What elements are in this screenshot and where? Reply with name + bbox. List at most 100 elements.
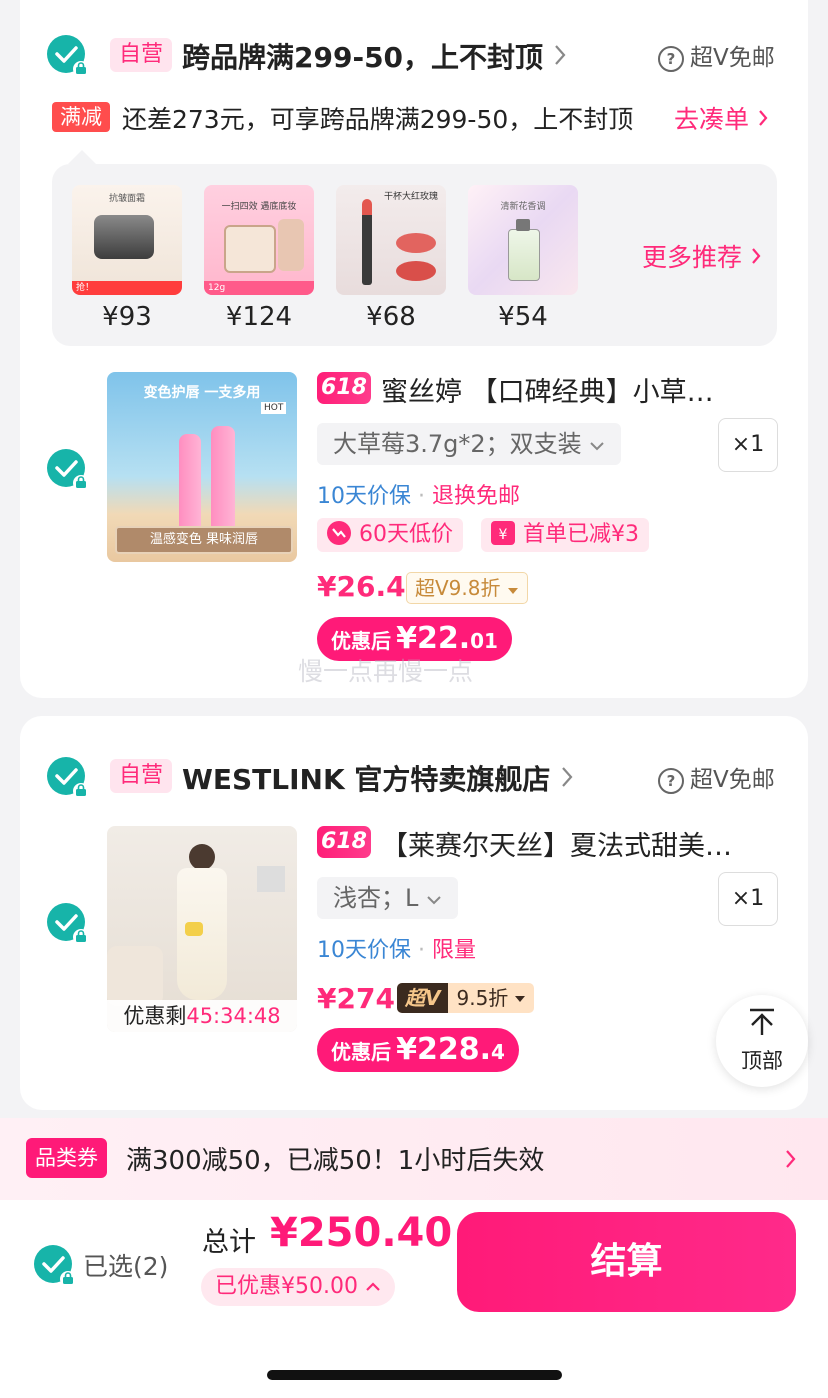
more-recommend-label: 更多推荐 [642, 243, 743, 272]
product1-image-hot: HOT [261, 402, 287, 414]
store2-select-check-icon[interactable] [47, 757, 89, 799]
recommend-item-2-strip: 12g [204, 281, 314, 295]
product2-price: ¥274 [317, 982, 395, 1015]
product1-promo-firstorder: ¥ 首单已减¥3 [481, 518, 649, 552]
saved-amount-label: 已优惠¥50.00 [215, 1274, 358, 1299]
coupon-tag: 品类券 [26, 1138, 107, 1178]
svg-text:¥: ¥ [499, 527, 508, 543]
product2-countdown-time: 45:34:48 [186, 1004, 281, 1028]
recommend-item-4-caption: 清新花香调 [500, 202, 546, 212]
store1-name: 跨品牌满299-50，上不封顶 [182, 41, 544, 74]
chevron-up-icon [365, 1274, 381, 1299]
product1-after-price: ¥22. [396, 621, 471, 656]
manjian-tag: 满减 [52, 102, 110, 132]
home-indicator [267, 1370, 562, 1380]
product1-image[interactable]: 变色护唇 一支多用 HOT 温感变色 果味润唇 [107, 372, 297, 562]
chevron-right-icon [560, 763, 574, 796]
product1-price: ¥26.4 [317, 570, 406, 603]
watermark-text: 慢一点再慢一点 [298, 657, 474, 686]
chevron-right-icon [757, 105, 769, 134]
chevron-right-icon [553, 41, 567, 74]
total-amount: ¥250.40 [270, 1210, 453, 1256]
recommend-item-2-caption: 一扫四效 遇底底妆 [221, 202, 297, 212]
chevron-down-icon [589, 430, 605, 458]
chevron-right-icon [750, 243, 762, 272]
product1-select-check-icon[interactable] [47, 449, 89, 491]
product2-title[interactable]: 【莱赛尔天丝】夏法式甜美… [381, 824, 766, 863]
recommend-item-1-caption: 抗皱面霜 [108, 194, 145, 204]
recommend-item-1-price: ¥93 [102, 302, 152, 332]
product2-services: 10天价保 · 限量 [317, 938, 477, 963]
store2-free-shipping-label: 超V免邮 [690, 767, 775, 793]
recommend-item-3-image[interactable]: 干杯大红玫瑰 [336, 185, 446, 295]
select-all-check-icon[interactable] [34, 1245, 76, 1287]
product2-image[interactable]: 优惠剩45:34:48 [107, 826, 297, 1032]
product2-limited: 限量 [432, 938, 477, 963]
chevron-down-icon [426, 884, 442, 912]
store2-name-link[interactable]: WESTLINK 官方特卖旗舰店 [182, 758, 574, 798]
coupon-text: 满300减50，已减50！1小时后失效 [126, 1146, 545, 1176]
product1-vip-discount-label: 超V9.8折 [415, 576, 501, 600]
recommend-item-4-price: ¥54 [498, 302, 548, 332]
store1-name-link[interactable]: 跨品牌满299-50，上不封顶 [182, 36, 567, 76]
product2-618-badge: 618 [317, 826, 371, 858]
product2-after-label: 优惠后 [331, 1040, 391, 1064]
caret-down-icon [507, 576, 519, 600]
product1-vip-discount-dropdown[interactable]: 超V9.8折 [406, 572, 528, 604]
caret-down-icon [514, 988, 534, 1007]
saved-amount-toggle[interactable]: 已优惠¥50.00 [201, 1268, 395, 1306]
coupon-icon: ¥ [491, 521, 515, 545]
selected-count: 已选(2) [83, 1252, 169, 1281]
product2-after-price-cents: 4 [491, 1040, 505, 1064]
product1-services: 10天价保 · 退换免邮 [317, 484, 521, 509]
question-icon: ? [658, 767, 684, 794]
product2-countdown: 优惠剩45:34:48 [107, 1000, 297, 1032]
arrow-up-icon [748, 1007, 776, 1041]
store2-name: WESTLINK 官方特卖旗舰店 [182, 763, 551, 796]
product1-free-return: 退换免邮 [432, 484, 521, 509]
product1-after-label: 优惠后 [331, 629, 391, 653]
manjian-text: 还差273元，可享跨品牌满299-50，上不封顶 [122, 105, 634, 134]
product2-qty-button[interactable]: ×1 [718, 872, 778, 926]
product1-qty-button[interactable]: ×1 [718, 418, 778, 472]
product2-price-protect: 10天价保 [317, 938, 411, 963]
product1-image-banner: 温感变色 果味润唇 [115, 526, 293, 554]
recommend-item-1-image[interactable]: 抗皱面霜 抢！ [72, 185, 182, 295]
store2-free-shipping[interactable]: ? 超V免邮 [658, 760, 775, 794]
checkout-button[interactable]: 结算 [457, 1212, 796, 1312]
product2-after-price: ¥228. [396, 1032, 491, 1067]
question-icon: ? [658, 45, 684, 72]
recommend-item-1-strip: 抢！ [72, 281, 182, 295]
store1-select-check-icon[interactable] [47, 35, 89, 77]
product1-sku-selector[interactable]: 大草莓3.7g*2；双支装 [317, 423, 622, 465]
product2-sku-label: 浅杏；L [333, 884, 419, 912]
store1-self-operated-tag: 自营 [110, 38, 173, 72]
store1-free-shipping[interactable]: ? 超V免邮 [658, 38, 775, 72]
product1-image-caption: 变色护唇 一支多用 [143, 385, 261, 401]
recommend-panel-arrow [68, 150, 96, 164]
store2-self-operated-tag: 自营 [110, 759, 173, 793]
recommend-item-2-image[interactable]: 一扫四效 遇底底妆 12g [204, 185, 314, 295]
product2-countdown-label: 优惠剩 [123, 1004, 187, 1028]
product1-title[interactable]: 蜜丝婷 【口碑经典】小草… [381, 370, 761, 409]
product2-vip-discount-dropdown[interactable]: 超V 9.5折 [397, 983, 535, 1013]
product1-after-price-cents: 01 [470, 629, 498, 653]
more-recommend-link[interactable]: 更多推荐 [642, 238, 762, 274]
recommend-item-3-price: ¥68 [366, 302, 416, 332]
chevron-right-icon [784, 1148, 798, 1174]
product1-promo-lowprice: 60天低价 [317, 518, 463, 552]
product2-sku-selector[interactable]: 浅杏；L [317, 877, 459, 919]
total-label: 总计 [202, 1227, 256, 1258]
coupon-bar[interactable]: 品类券 满300减50，已减50！1小时后失效 [0, 1118, 828, 1200]
recommend-item-3-caption: 干杯大红玫瑰 [383, 192, 438, 202]
product2-select-check-icon[interactable] [47, 903, 89, 945]
product1-618-badge: 618 [317, 372, 371, 404]
product2-after-discount-pill: 优惠后 ¥228.4 [317, 1028, 519, 1072]
product1-price-protect: 10天价保 [317, 484, 411, 509]
back-to-top-label: 顶部 [741, 1049, 783, 1073]
go-combine-link[interactable]: 去凑单 [674, 100, 769, 136]
back-to-top-button[interactable]: 顶部 [716, 995, 808, 1087]
product2-vip-discount-label: 9.5折 [456, 986, 509, 1010]
product1-promo-lowprice-label: 60天低价 [359, 522, 453, 547]
recommend-item-4-image[interactable]: 清新花香调 [468, 185, 578, 295]
